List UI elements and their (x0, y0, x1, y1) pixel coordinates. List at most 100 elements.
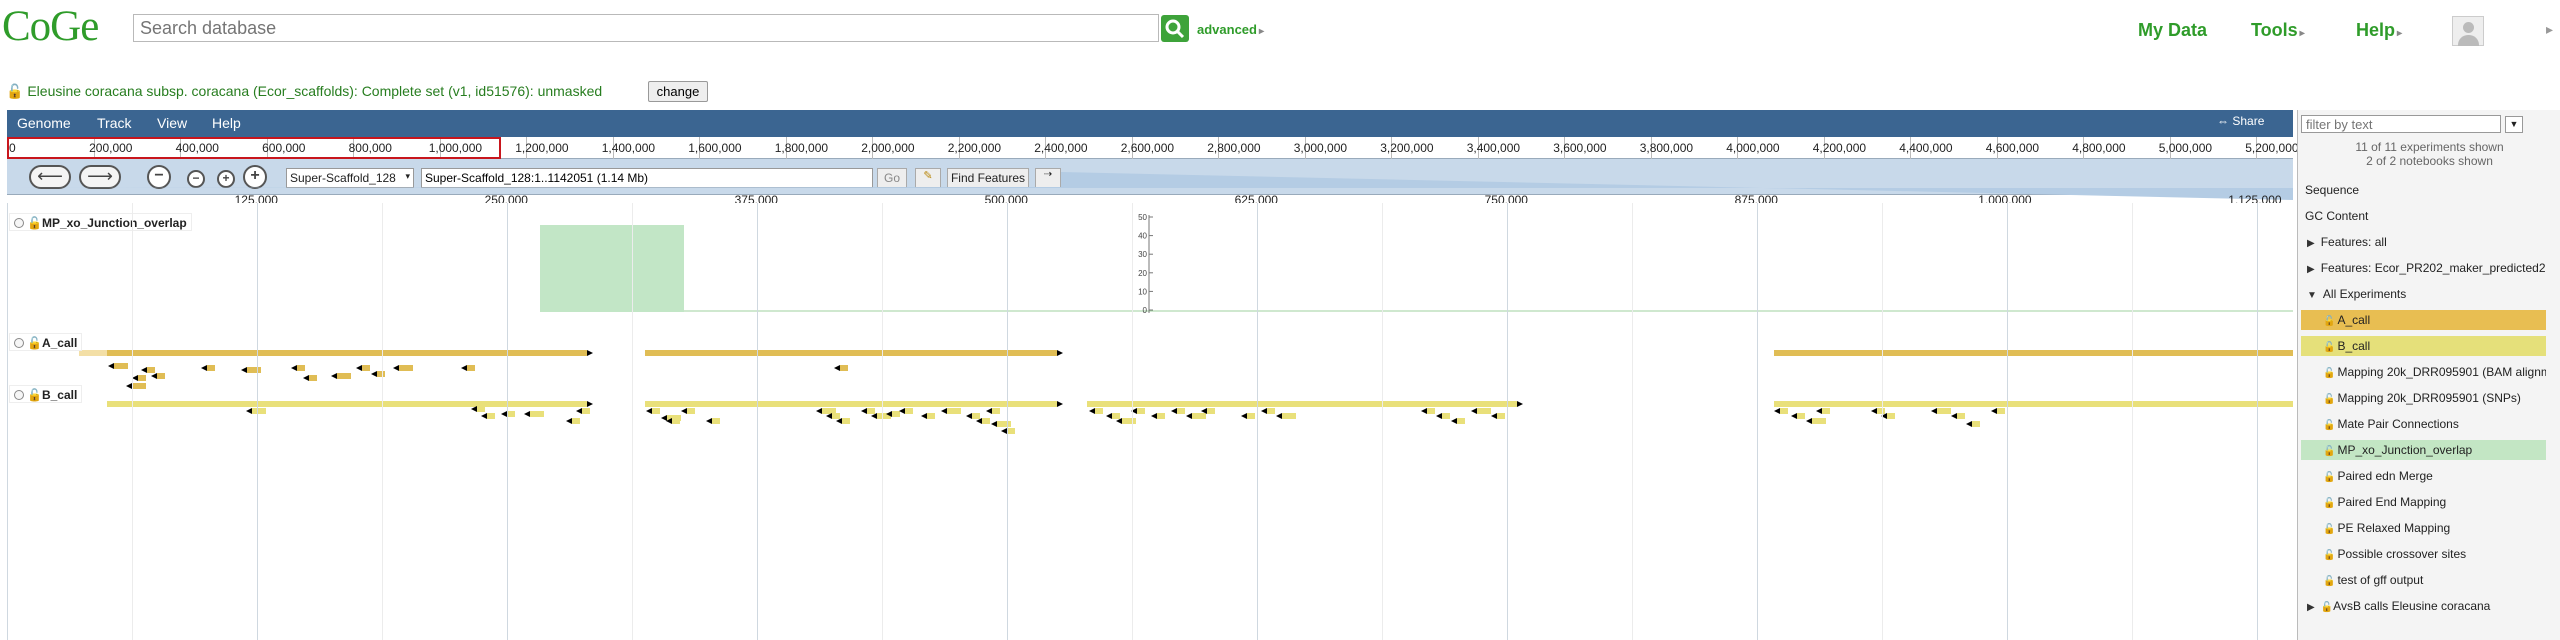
notebook-count: 2 of 2 notebooks shown (2366, 154, 2493, 168)
sidebar-item[interactable]: 🔓 MP_xo_Junction_overlap (2301, 440, 2546, 460)
feature-bar (582, 408, 590, 414)
sidebar-item[interactable]: 🔓 PE Relaxed Mapping (2301, 518, 2546, 538)
overview-tick-label: 3,600,000 (1553, 141, 1607, 155)
share-button[interactable]: ⇔ Share (2217, 114, 2264, 128)
nav-my-data[interactable]: My Data (2138, 20, 2207, 41)
sidebar-item[interactable]: 🔓 B_call (2301, 336, 2546, 356)
track-label-mp-junction[interactable]: 🔓MP_xo_Junction_overlap (9, 213, 192, 231)
advanced-search-link[interactable]: advanced ▸ (1197, 22, 1264, 37)
sidebar-item-label: MP_xo_Junction_overlap (2337, 443, 2473, 457)
sidebar-item-label: Features: all (2320, 235, 2387, 249)
sidebar-item[interactable]: ▼ All Experiments (2301, 284, 2546, 304)
filter-dropdown-icon[interactable]: ▼ (2505, 116, 2523, 133)
feature-arrow (1471, 408, 1477, 414)
feature-bar (997, 421, 1011, 427)
expand-triangle-icon[interactable]: ▶ (2307, 602, 2315, 613)
feature-bar (1157, 413, 1165, 419)
feature-arrow (331, 373, 337, 379)
grid-line (1007, 203, 1008, 640)
feature-arrow (1057, 350, 1063, 356)
feature-arrow (371, 371, 377, 377)
close-track-icon[interactable] (14, 218, 24, 228)
sidebar-item[interactable]: 🔓 A_call (2301, 310, 2546, 330)
track-label-b-call[interactable]: 🔓B_call (9, 385, 83, 403)
sidebar-item-label: Sequence (2305, 183, 2360, 197)
feature-arrow (1276, 413, 1282, 419)
sidebar-item[interactable]: 🔓 test of gff output (2301, 570, 2546, 590)
feature-bar (1427, 408, 1435, 414)
filter-input[interactable] (2301, 115, 2501, 133)
share-label: Share (2232, 114, 2265, 128)
sidebar-item[interactable]: ▶ 🔓AvsB calls Eleusine coracana (2301, 596, 2546, 616)
grid-line (132, 203, 133, 640)
user-avatar[interactable] (2452, 16, 2484, 46)
grid-line (1382, 203, 1383, 640)
feature-bar (1087, 401, 1517, 407)
track-label-a-call[interactable]: 🔓A_call (9, 333, 83, 351)
grid-line (257, 203, 258, 640)
menu-view[interactable]: View (157, 115, 187, 131)
feature-bar (309, 375, 317, 381)
sidebar-item[interactable]: 🔓 Mapping 20k_DRR095901 (SNPs) (2301, 388, 2546, 408)
overview-tick-label: 3,000,000 (1293, 141, 1348, 155)
sidebar-item[interactable]: 🔓 Possible crossover sites (2301, 544, 2546, 564)
feature-bar (138, 375, 146, 381)
feature-arrow (291, 365, 297, 371)
feature-arrow (966, 413, 972, 419)
sidebar-item[interactable]: ▶ Features: all (2301, 232, 2546, 252)
sidebar-item[interactable]: ▶ Features: Ecor_PR202_maker_predicted2 (2301, 258, 2546, 278)
feature-bar (1797, 413, 1805, 419)
menu-genome[interactable]: Genome (17, 115, 71, 131)
feature-bar (645, 350, 1057, 356)
expand-triangle-icon[interactable]: ▶ (2307, 238, 2315, 249)
nav-help[interactable]: Help ▸ (2356, 20, 2402, 41)
expand-triangle-icon[interactable]: ▶ (2307, 264, 2315, 275)
user-menu-caret-icon[interactable]: ▸ (2546, 21, 2553, 38)
sidebar-item[interactable]: 🔓 Paired edn Merge (2301, 466, 2546, 486)
feature-bar (337, 373, 351, 379)
overview-visible-region[interactable] (7, 137, 501, 159)
sidebar-item[interactable]: GC Content (2301, 206, 2546, 226)
menu-track[interactable]: Track (97, 115, 131, 131)
sidebar-item[interactable]: 🔓 Mapping 20k_DRR095901 (BAM alignm (2301, 362, 2546, 382)
feature-bar (1007, 428, 1015, 434)
advanced-label: advanced (1197, 22, 1257, 37)
nav-tools[interactable]: Tools ▸ (2251, 20, 2305, 41)
sidebar-item-label: Mate Pair Connections (2337, 417, 2459, 431)
sidebar-item-label: Mapping 20k_DRR095901 (SNPs) (2337, 391, 2521, 405)
feature-arrow (834, 365, 840, 371)
menu-help[interactable]: Help (212, 115, 241, 131)
search-input[interactable] (133, 14, 1159, 42)
lock-icon: 🔓 (2323, 576, 2336, 587)
feature-bar (1497, 413, 1505, 419)
search-button[interactable] (1161, 15, 1189, 42)
feature-bar (1137, 408, 1145, 414)
search-icon (1165, 19, 1185, 39)
sidebar-item-label: B_call (2337, 339, 2371, 353)
coge-logo[interactable]: CoGe (2, 2, 99, 52)
feature-bar (114, 363, 128, 369)
close-track-icon[interactable] (14, 390, 24, 400)
feature-bar (487, 413, 495, 419)
feature-bar (247, 367, 261, 373)
close-track-icon[interactable] (14, 338, 24, 348)
sidebar-item[interactable]: Sequence (2301, 180, 2546, 200)
lock-icon: 🔓 (2323, 446, 2336, 457)
caret-right-icon: ▸ (2397, 28, 2403, 39)
feature-bar (107, 401, 587, 407)
sidebar-item[interactable]: 🔓 Mate Pair Connections (2301, 414, 2546, 434)
feature-bar (132, 383, 146, 389)
collapse-triangle-icon[interactable]: ▼ (2307, 290, 2317, 301)
overview-tick-label: 2,800,000 (1207, 141, 1261, 155)
feature-bar (645, 401, 1057, 407)
track-area[interactable]: 50 40 30 20 10 0 🔓MP_xo_Junction_overlap 🔓A_c… (7, 203, 2293, 640)
feature-bar (905, 408, 913, 414)
feature-arrow (566, 418, 572, 424)
feature-arrow (1151, 413, 1157, 419)
histogram-tick-label: 30 (1138, 250, 1147, 259)
feature-arrow (1451, 418, 1457, 424)
feature-arrow (1106, 413, 1112, 419)
change-genome-button[interactable]: change (648, 81, 708, 102)
grid-line (882, 203, 883, 640)
sidebar-item[interactable]: 🔓 Paired End Mapping (2301, 492, 2546, 512)
